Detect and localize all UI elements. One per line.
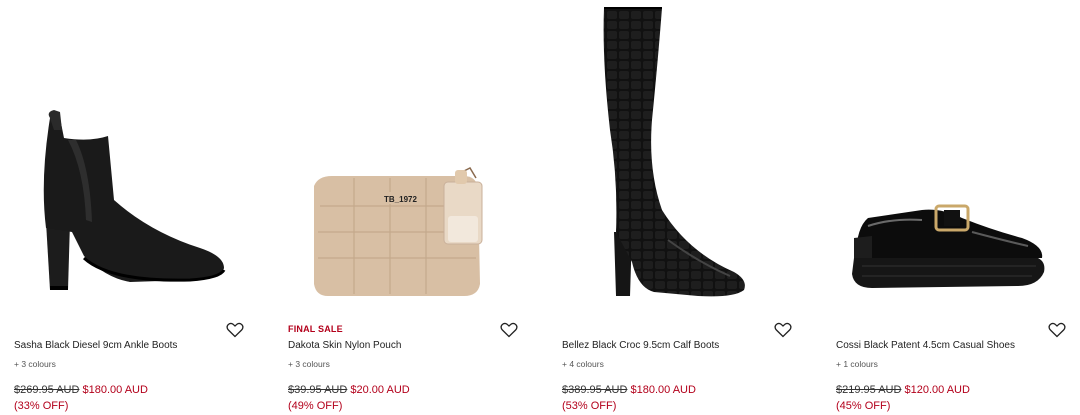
price-row: $269.95 AUD $180.00 AUD bbox=[14, 384, 148, 396]
product-card[interactable]: Bellez Black Croc 9.5cm Calf Boots + 4 c… bbox=[558, 0, 818, 415]
product-image[interactable] bbox=[558, 0, 803, 310]
discount-label: (49% OFF) bbox=[288, 400, 343, 412]
product-name[interactable]: Bellez Black Croc 9.5cm Calf Boots bbox=[562, 340, 719, 351]
heart-outline-icon[interactable] bbox=[774, 322, 792, 338]
heart-outline-icon[interactable] bbox=[1048, 322, 1066, 338]
product-image[interactable]: TB_1972 bbox=[284, 0, 529, 310]
product-card[interactable]: TB_1972 FINAL SALE Dakota Skin Nylon Pou… bbox=[284, 0, 544, 415]
colour-count[interactable]: + 1 colours bbox=[836, 359, 878, 369]
product-grid: Sasha Black Diesel 9cm Ankle Boots + 3 c… bbox=[0, 0, 1080, 415]
product-name[interactable]: Dakota Skin Nylon Pouch bbox=[288, 340, 401, 351]
now-price: $180.00 AUD bbox=[82, 384, 148, 396]
discount-label: (33% OFF) bbox=[14, 400, 69, 412]
now-price: $120.00 AUD bbox=[904, 384, 970, 396]
product-name[interactable]: Cossi Black Patent 4.5cm Casual Shoes bbox=[836, 340, 1015, 351]
price-row: $219.95 AUD $120.00 AUD bbox=[836, 384, 970, 396]
product-card[interactable]: Cossi Black Patent 4.5cm Casual Shoes + … bbox=[832, 0, 1080, 415]
was-price: $39.95 AUD bbox=[288, 384, 348, 396]
colour-count[interactable]: + 4 colours bbox=[562, 359, 604, 369]
final-sale-badge: FINAL SALE bbox=[288, 324, 343, 334]
was-price: $219.95 AUD bbox=[836, 384, 902, 396]
knee-boot-image bbox=[603, 7, 745, 297]
loafer-image bbox=[852, 204, 1045, 288]
product-image[interactable] bbox=[10, 0, 255, 310]
now-price: $180.00 AUD bbox=[630, 384, 696, 396]
pouch-image: TB_1972 bbox=[314, 167, 483, 296]
product-image[interactable] bbox=[832, 0, 1077, 310]
price-row: $389.95 AUD $180.00 AUD bbox=[562, 384, 696, 396]
colour-count[interactable]: + 3 colours bbox=[288, 359, 330, 369]
product-name[interactable]: Sasha Black Diesel 9cm Ankle Boots bbox=[14, 340, 177, 351]
ankle-boot-image bbox=[43, 110, 226, 290]
colour-count[interactable]: + 3 colours bbox=[14, 359, 56, 369]
was-price: $269.95 AUD bbox=[14, 384, 80, 396]
heart-outline-icon[interactable] bbox=[500, 322, 518, 338]
price-row: $39.95 AUD $20.00 AUD bbox=[288, 384, 410, 396]
now-price: $20.00 AUD bbox=[350, 384, 410, 396]
product-card[interactable]: Sasha Black Diesel 9cm Ankle Boots + 3 c… bbox=[10, 0, 270, 415]
heart-outline-icon[interactable] bbox=[226, 322, 244, 338]
discount-label: (53% OFF) bbox=[562, 400, 617, 412]
was-price: $389.95 AUD bbox=[562, 384, 628, 396]
discount-label: (45% OFF) bbox=[836, 400, 891, 412]
pouch-print-text: TB_1972 bbox=[384, 195, 417, 204]
